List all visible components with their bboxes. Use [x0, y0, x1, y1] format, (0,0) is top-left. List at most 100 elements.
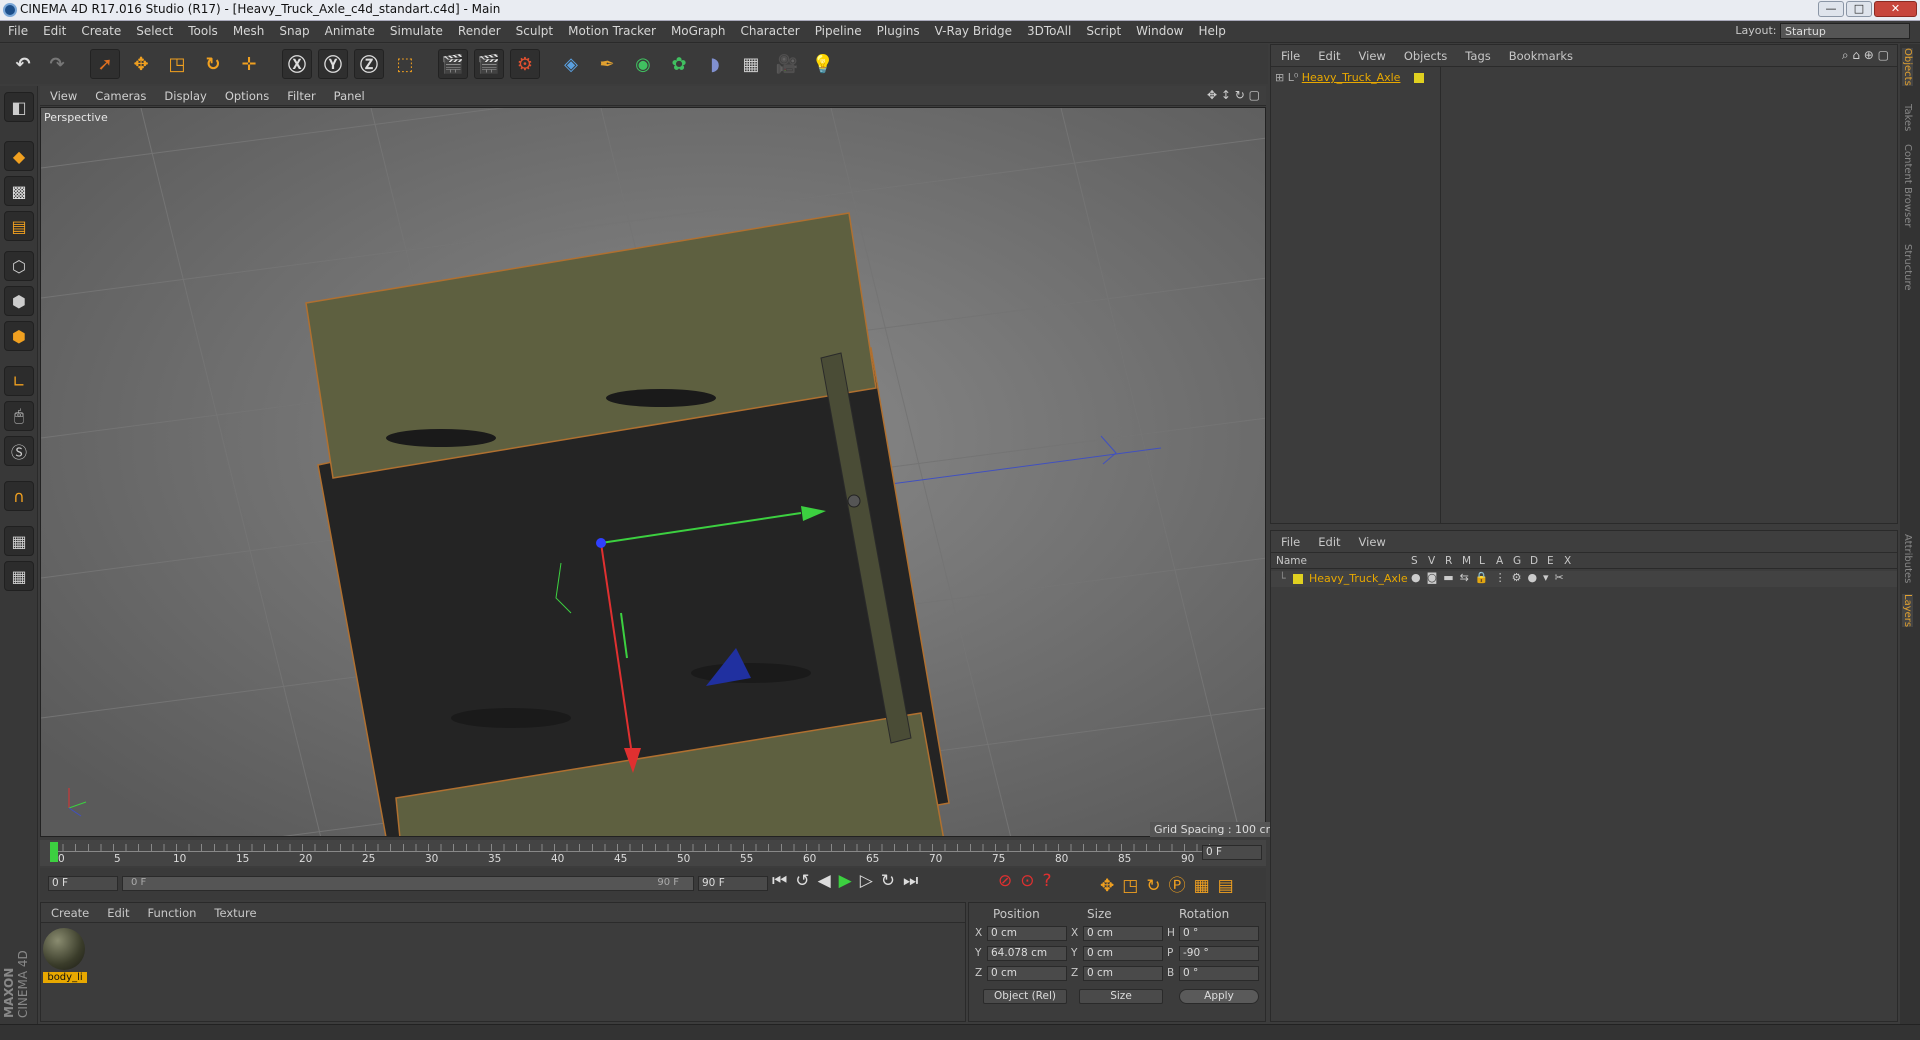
camera-icon[interactable]: 🎥	[772, 49, 802, 79]
material-swatch[interactable]: body_li	[43, 928, 87, 988]
pos-y-field[interactable]: 64.078 cm	[987, 946, 1067, 961]
planar-workplane-icon[interactable]: ▦	[4, 561, 34, 591]
menu-edit[interactable]: Edit	[35, 21, 73, 38]
x-axis-lock-icon[interactable]: Ⓧ	[282, 49, 312, 79]
menu-simulate[interactable]: Simulate	[382, 21, 450, 38]
coordinate-system-icon[interactable]: ⬚	[390, 49, 420, 79]
menu-character[interactable]: Character	[732, 21, 806, 38]
pos-x-field[interactable]: 0 cm	[987, 926, 1067, 941]
light-icon[interactable]: 💡	[808, 49, 838, 79]
timeline-ruler[interactable]: 0 5 10 15 20 25 30 35 40 45 50 55 60 65 …	[40, 840, 1266, 866]
layer-toggle-icons[interactable]: ●◙▬⇆🔒⋮⚙●▾✂	[1411, 571, 1570, 584]
key-position-icon[interactable]: ✥	[1100, 876, 1122, 896]
object-row[interactable]: ⊞ L⁰ Heavy_Truck_Axle	[1275, 71, 1424, 87]
subdivision-surface-icon[interactable]: ◉	[628, 49, 658, 79]
layer-menu-file[interactable]: File	[1271, 531, 1308, 549]
menu-help[interactable]: Help	[1190, 21, 1232, 38]
tab-layers[interactable]: Layers	[1902, 594, 1913, 628]
menu-tools[interactable]: Tools	[180, 21, 225, 38]
tab-takes[interactable]: Takes	[1902, 104, 1913, 131]
frame-range-slider[interactable]: 0 F 90 F	[122, 876, 694, 891]
layer-row[interactable]: └ Heavy_Truck_Axle ●◙▬⇆🔒⋮⚙●▾✂	[1271, 571, 1897, 587]
size-mode-dropdown[interactable]: Size	[1079, 989, 1163, 1004]
object-manager-nav-icons[interactable]: ⌕ ⌂ ⊕ ▢	[1842, 48, 1889, 63]
object-menu-edit[interactable]: Edit	[1308, 45, 1348, 63]
tab-content-browser[interactable]: Content Browser	[1902, 144, 1913, 227]
viewport-menu-display[interactable]: Display	[154, 86, 214, 103]
menu-select[interactable]: Select	[128, 21, 180, 38]
start-frame-field[interactable]: 0 F	[48, 876, 118, 891]
menu-motion-tracker[interactable]: Motion Tracker	[560, 21, 663, 38]
cloner-icon[interactable]: ✿	[664, 49, 694, 79]
keyframe-selection-icon[interactable]: ?	[1043, 871, 1060, 891]
end-frame-field[interactable]: 90 F	[698, 876, 768, 891]
tweak-mode-icon[interactable]: 🖱	[4, 401, 34, 431]
object-menu-bookmarks[interactable]: Bookmarks	[1499, 45, 1581, 63]
minimize-button[interactable]: —	[1818, 1, 1844, 17]
size-x-field[interactable]: 0 cm	[1083, 926, 1163, 941]
rot-h-field[interactable]: 0 °	[1179, 926, 1259, 941]
viewport-menu-panel[interactable]: Panel	[324, 86, 373, 103]
live-transform-icon[interactable]: ✛	[234, 49, 264, 79]
pen-spline-icon[interactable]: ✒	[592, 49, 622, 79]
object-menu-file[interactable]: File	[1271, 45, 1308, 63]
snapping-icon[interactable]: Ⓢ	[4, 436, 34, 466]
tab-attributes[interactable]: Attributes	[1902, 534, 1913, 583]
render-view-icon[interactable]: 🎬	[438, 49, 468, 79]
move-tool-icon[interactable]: ✥	[126, 49, 156, 79]
redo-icon[interactable]: ↷	[42, 49, 72, 79]
object-menu-objects[interactable]: Objects	[1394, 45, 1455, 63]
y-axis-lock-icon[interactable]: Ⓨ	[318, 49, 348, 79]
material-menu-function[interactable]: Function	[138, 903, 205, 920]
undo-icon[interactable]: ↶	[8, 49, 38, 79]
make-editable-icon[interactable]: ◧	[4, 92, 34, 122]
maximize-button[interactable]: □	[1846, 1, 1872, 17]
play-icon[interactable]: ▶	[839, 871, 860, 891]
polygons-mode-icon[interactable]: ⬢	[4, 321, 34, 351]
go-to-end-icon[interactable]: ⏭	[903, 871, 926, 891]
cube-primitive-icon[interactable]: ◈	[556, 49, 586, 79]
menu-create[interactable]: Create	[73, 21, 128, 38]
menu-3dtoall[interactable]: 3DToAll	[1019, 21, 1078, 38]
3d-viewport[interactable]	[40, 107, 1266, 837]
layer-color-swatch[interactable]	[1293, 574, 1303, 584]
magnet-icon[interactable]: ∩	[4, 481, 34, 511]
material-menu-create[interactable]: Create	[41, 903, 97, 920]
axis-mode-icon[interactable]: ∟	[4, 366, 34, 396]
menu-script[interactable]: Script	[1078, 21, 1128, 38]
loop-icon[interactable]: ↻	[881, 871, 903, 891]
viewport-menu-view[interactable]: View	[40, 86, 85, 103]
workplane-lock-icon[interactable]: ▦	[4, 526, 34, 556]
layout-dropdown[interactable]: Startup	[1780, 23, 1910, 39]
viewport-menu-filter[interactable]: Filter	[277, 86, 323, 103]
material-menu-texture[interactable]: Texture	[204, 903, 264, 920]
texture-mode-icon[interactable]: ▩	[4, 176, 34, 206]
menu-animate[interactable]: Animate	[317, 21, 382, 38]
coordinate-mode-dropdown[interactable]: Object (Rel)	[983, 989, 1067, 1004]
tab-structure[interactable]: Structure	[1902, 244, 1913, 291]
viewport-nav-icons[interactable]: ✥ ↕ ↻ ▢	[1207, 88, 1260, 102]
floor-icon[interactable]: ▦	[736, 49, 766, 79]
layer-menu-edit[interactable]: Edit	[1308, 531, 1348, 549]
menu-mesh[interactable]: Mesh	[225, 21, 272, 38]
workplane-mode-icon[interactable]: ▤	[4, 211, 34, 241]
go-to-start-icon[interactable]: ⏮	[772, 871, 795, 891]
z-axis-lock-icon[interactable]: Ⓩ	[354, 49, 384, 79]
points-mode-icon[interactable]: ⬡	[4, 251, 34, 281]
edges-mode-icon[interactable]: ⬢	[4, 286, 34, 316]
menu-mograph[interactable]: MoGraph	[663, 21, 733, 38]
close-button[interactable]: ✕	[1874, 1, 1917, 17]
key-param-icon[interactable]: Ⓟ	[1169, 876, 1194, 896]
viewport-menu-cameras[interactable]: Cameras	[85, 86, 154, 103]
size-z-field[interactable]: 0 cm	[1083, 966, 1163, 981]
menu-plugins[interactable]: Plugins	[869, 21, 927, 38]
playhead-marker[interactable]	[50, 842, 58, 862]
select-tool-icon[interactable]: ➚	[90, 49, 120, 79]
menu-snap[interactable]: Snap	[271, 21, 316, 38]
material-menu-edit[interactable]: Edit	[97, 903, 137, 920]
rot-b-field[interactable]: 0 °	[1179, 966, 1259, 981]
menu-pipeline[interactable]: Pipeline	[807, 21, 869, 38]
current-frame-field[interactable]: 0 F	[1202, 845, 1262, 860]
rot-p-field[interactable]: -90 °	[1179, 946, 1259, 961]
prev-key-icon[interactable]: ↺	[795, 871, 817, 891]
